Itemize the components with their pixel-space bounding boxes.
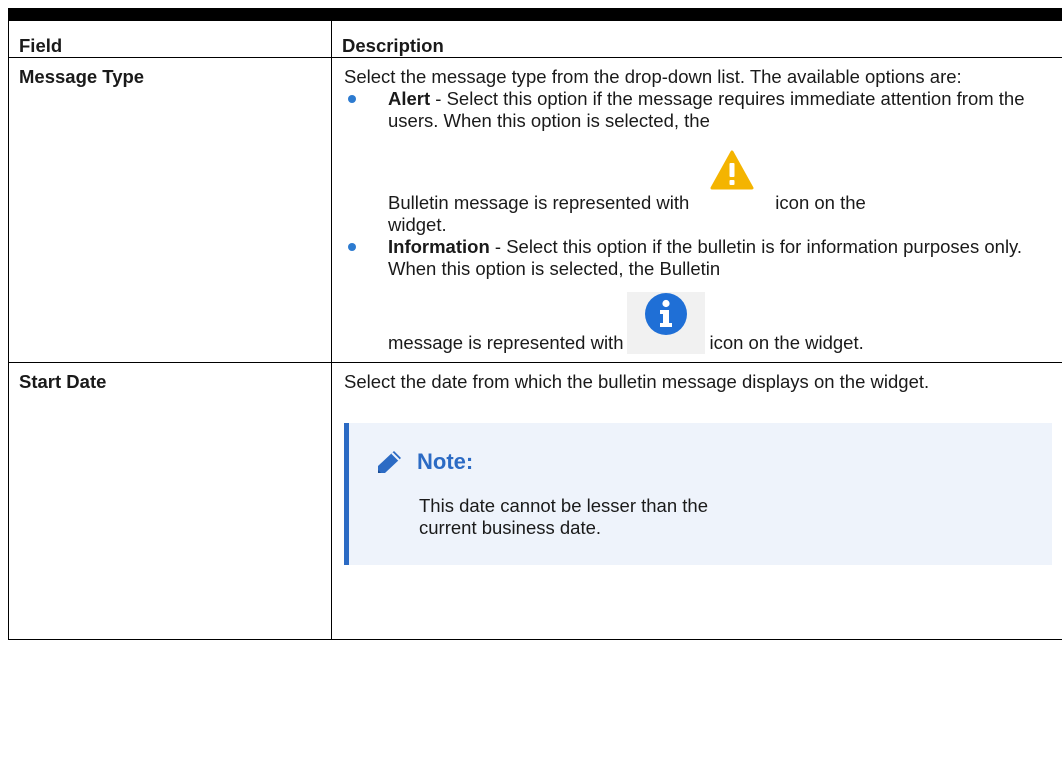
pencil-icon [375,449,403,475]
bullet-dot [348,243,356,251]
information-icon-lead-text: message is represented with [388,332,624,353]
note-title: Note: [417,449,474,474]
alert-icon-lead-text: Bulletin message is represented with [388,192,690,213]
alert-option-text: - Select this option if the message requ… [388,88,1025,131]
note-header: Note: [375,449,1032,475]
table-header-row: Field Description [8,14,1062,58]
list-item-information: Information - Select this option if the … [344,236,1050,354]
alert-option-label: Alert [388,88,431,109]
warning-triangle-icon [693,150,771,214]
information-icon-trail-text: icon on the widget. [709,332,864,353]
bullet-dot [348,95,356,103]
note-text: This date cannot be lesser than the curr… [419,495,708,538]
field-description-table: Field Description Message Type Select th… [8,8,1062,640]
alert-icon-trail-text: icon on the [775,192,866,213]
description-message-type: Select the message type from the drop-do… [331,57,1062,363]
alert-option-tail: widget. [388,214,447,235]
message-type-intro: Select the message type from the drop-do… [344,66,962,87]
start-date-description: Select the date from which the bulletin … [344,371,930,392]
info-circle-icon [627,292,706,354]
list-item-alert: Alert - Select this option if the messag… [344,88,1050,236]
message-type-options-list: Alert - Select this option if the messag… [344,88,1050,354]
description-start-date: Select the date from which the bulletin … [331,362,1062,640]
information-option-label: Information [388,236,490,257]
field-name-message-type: Message Type [8,57,332,363]
note-callout: Note: This date cannot be lesser than th… [344,423,1052,565]
description-column-header: Description [331,14,1062,58]
field-column-header: Field [8,14,332,58]
table-row-message-type: Message Type Select the message type fro… [8,57,1062,363]
table-row-start-date: Start Date Select the date from which th… [8,362,1062,640]
field-name-start-date: Start Date [8,362,332,640]
